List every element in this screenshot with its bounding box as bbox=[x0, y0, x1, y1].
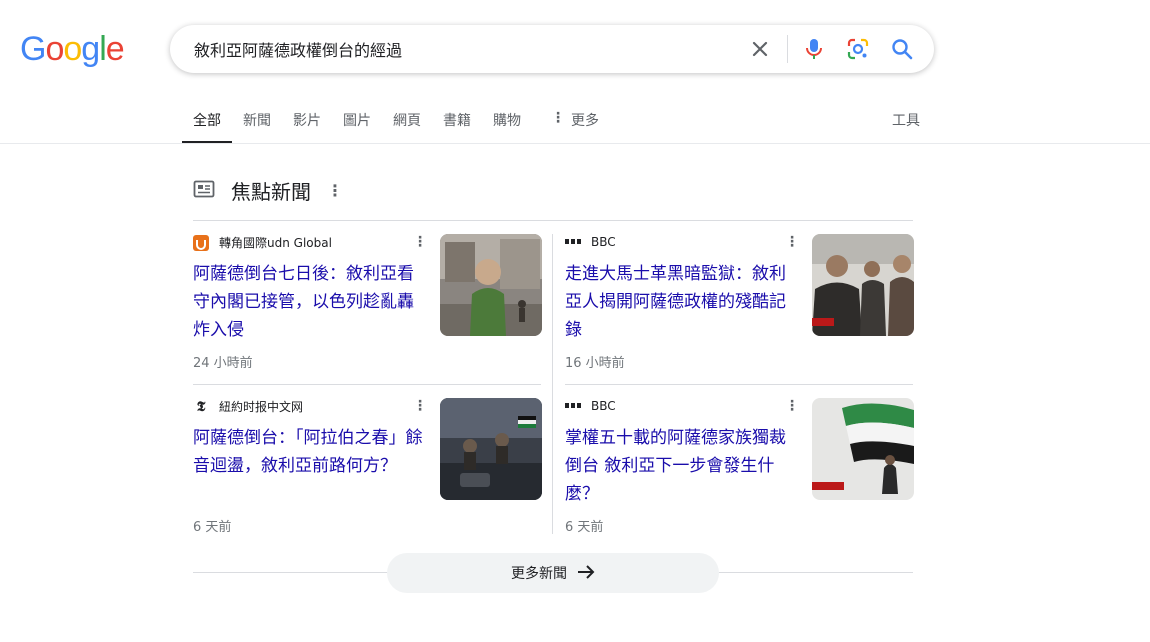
udn-global-favicon-icon bbox=[193, 234, 209, 251]
top-stories-title: 焦點新聞 bbox=[231, 180, 311, 204]
row-divider bbox=[193, 384, 541, 385]
card-menu-icon[interactable]: ⋮ bbox=[785, 234, 799, 250]
tab-label: 書籍 bbox=[443, 113, 471, 129]
tab-all[interactable]: 全部 bbox=[182, 98, 232, 144]
tools-button[interactable]: 工具 bbox=[892, 110, 920, 130]
search-box bbox=[170, 25, 934, 73]
tab-label: 影片 bbox=[293, 113, 321, 129]
news-time: 16 小時前 bbox=[565, 356, 625, 371]
lens-search-icon[interactable] bbox=[846, 37, 870, 61]
logo-letter: G bbox=[20, 30, 46, 68]
row-divider bbox=[565, 384, 913, 385]
tab-label: 全部 bbox=[193, 113, 221, 129]
search-divider bbox=[787, 35, 788, 63]
news-card[interactable]: BBC ⋮ 走進大馬士革黑暗監獄：敘利亞人揭開阿薩德政權的殘酷記錄 16 小時前 bbox=[565, 234, 914, 384]
card-menu-icon[interactable]: ⋮ bbox=[785, 398, 799, 414]
tab-news[interactable]: 新聞 bbox=[232, 98, 282, 144]
logo-letter: o bbox=[45, 30, 64, 68]
clear-icon[interactable] bbox=[748, 37, 772, 61]
news-thumbnail[interactable] bbox=[812, 398, 914, 500]
news-card[interactable]: 轉角國際udn Global ⋮ 阿薩德倒台七日後：敘利亞看守內閣已接管，以色列… bbox=[193, 234, 542, 384]
voice-search-icon[interactable] bbox=[802, 37, 826, 61]
more-news-button[interactable]: 更多新聞 bbox=[387, 553, 719, 593]
google-logo[interactable]: Google bbox=[20, 30, 125, 69]
tab-label: 網頁 bbox=[393, 113, 421, 129]
top-stories-menu-icon[interactable]: ⋮ bbox=[327, 181, 343, 200]
card-menu-icon[interactable]: ⋮ bbox=[413, 234, 427, 250]
news-thumbnail[interactable] bbox=[812, 234, 914, 336]
tab-web[interactable]: 網頁 bbox=[382, 98, 432, 144]
news-headline[interactable]: 走進大馬士革黑暗監獄：敘利亞人揭開阿薩德政權的殘酷記錄 bbox=[565, 260, 797, 344]
news-source: 𝕿 紐約时报中文网 bbox=[193, 398, 303, 415]
bbc-favicon-icon bbox=[565, 234, 581, 250]
tab-videos[interactable]: 影片 bbox=[282, 98, 332, 144]
tabs-divider bbox=[0, 143, 1150, 144]
news-headline[interactable]: 掌權五十載的阿薩德家族獨裁倒台 敘利亞下一步會發生什麼？ bbox=[565, 424, 797, 508]
top-stories-divider bbox=[193, 220, 913, 221]
search-tabs: 全部 新聞 影片 圖片 網頁 書籍 購物 ⋮ 更多 bbox=[182, 98, 610, 144]
news-source: BBC bbox=[565, 234, 616, 250]
news-thumbnail[interactable] bbox=[440, 398, 542, 500]
more-news-label: 更多新聞 bbox=[511, 566, 567, 582]
source-name: BBC bbox=[591, 235, 616, 249]
news-thumbnail[interactable] bbox=[440, 234, 542, 336]
tab-books[interactable]: 書籍 bbox=[432, 98, 482, 144]
tab-label: 新聞 bbox=[243, 113, 271, 129]
bbc-favicon-icon bbox=[565, 398, 581, 414]
tab-more[interactable]: ⋮ 更多 bbox=[540, 98, 610, 144]
search-icon[interactable] bbox=[890, 37, 914, 61]
tab-shopping[interactable]: 購物 bbox=[482, 98, 532, 144]
logo-letter: g bbox=[81, 30, 100, 68]
source-name: 轉角國際udn Global bbox=[219, 236, 332, 250]
tab-label: 圖片 bbox=[343, 113, 371, 129]
more-vert-icon: ⋮ bbox=[551, 110, 565, 126]
tab-label: 購物 bbox=[493, 113, 521, 129]
source-name: 紐約时报中文网 bbox=[219, 400, 304, 414]
news-source: 轉角國際udn Global bbox=[193, 234, 332, 251]
column-divider bbox=[552, 234, 553, 534]
logo-letter: o bbox=[63, 30, 82, 68]
news-time: 6 天前 bbox=[565, 520, 604, 535]
news-card[interactable]: BBC ⋮ 掌權五十載的阿薩德家族獨裁倒台 敘利亞下一步會發生什麼？ 6 天前 bbox=[565, 398, 914, 548]
tab-images[interactable]: 圖片 bbox=[332, 98, 382, 144]
search-input[interactable] bbox=[194, 35, 734, 63]
news-headline[interactable]: 阿薩德倒台：「阿拉伯之春」餘音迴盪，敘利亞前路何方？ bbox=[193, 424, 425, 480]
newspaper-icon bbox=[193, 180, 215, 202]
source-name: BBC bbox=[591, 399, 616, 413]
tab-label: 更多 bbox=[571, 113, 599, 129]
card-menu-icon[interactable]: ⋮ bbox=[413, 398, 427, 414]
news-time: 24 小時前 bbox=[193, 356, 253, 371]
news-source: BBC bbox=[565, 398, 616, 414]
logo-letter: e bbox=[105, 30, 125, 68]
nytimes-favicon-icon: 𝕿 bbox=[196, 398, 206, 415]
arrow-right-icon bbox=[577, 563, 595, 584]
news-card[interactable]: 𝕿 紐約时报中文网 ⋮ 阿薩德倒台：「阿拉伯之春」餘音迴盪，敘利亞前路何方？ 6… bbox=[193, 398, 542, 548]
news-headline[interactable]: 阿薩德倒台七日後：敘利亞看守內閣已接管，以色列趁亂轟炸入侵 bbox=[193, 260, 425, 344]
news-time: 6 天前 bbox=[193, 520, 232, 535]
top-stories-header: 焦點新聞 ⋮ bbox=[193, 176, 343, 205]
